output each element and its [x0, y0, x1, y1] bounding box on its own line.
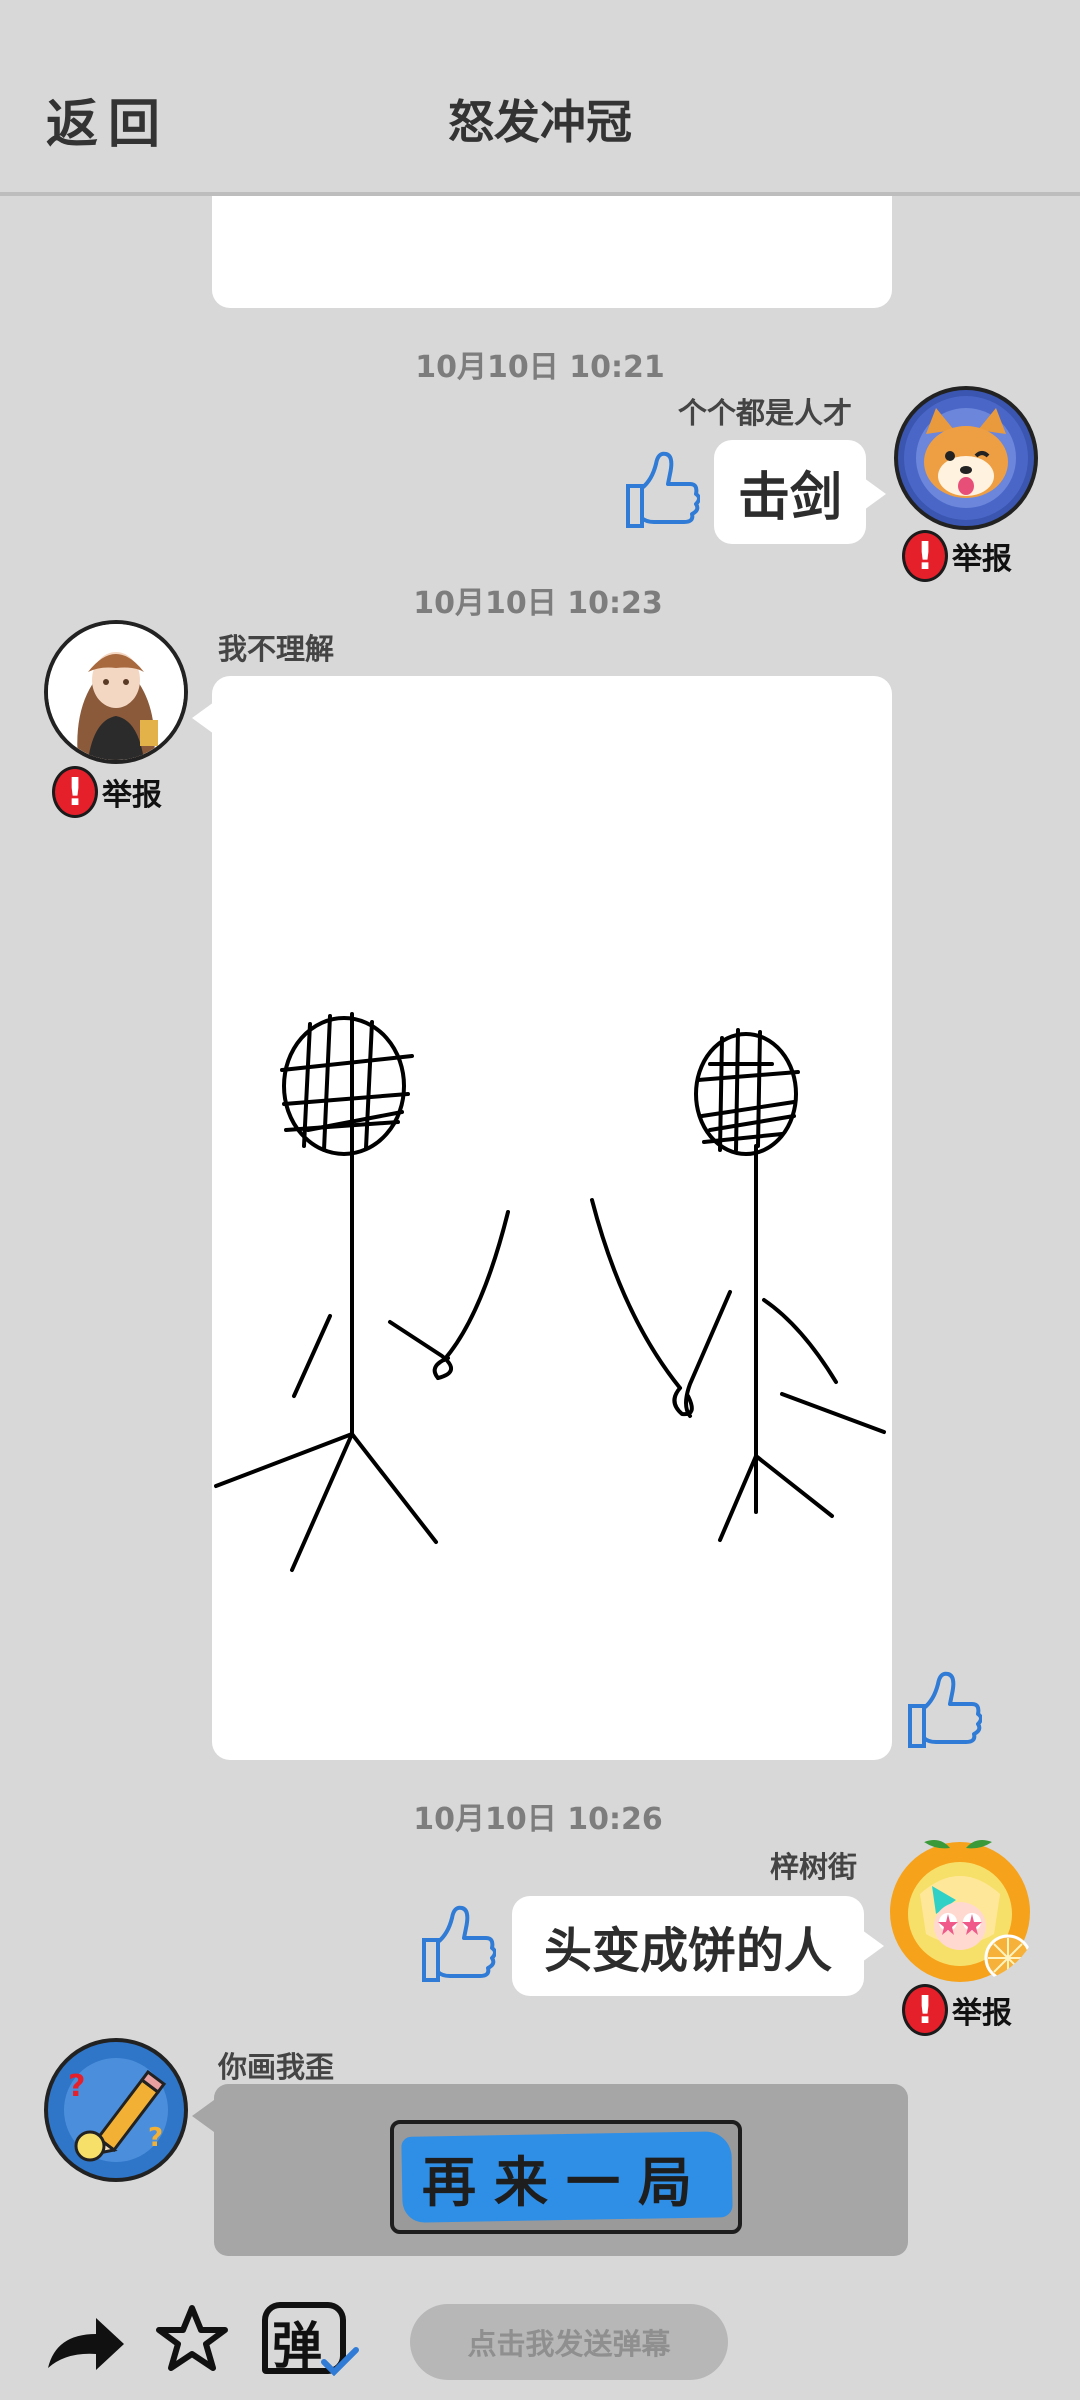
danmaku-toggle-button[interactable]: 弹	[262, 2298, 362, 2380]
warning-icon: !	[902, 530, 948, 582]
play-again-button[interactable]: 再来一局	[390, 2120, 742, 2234]
svg-text:?: ?	[148, 2123, 163, 2153]
star-icon[interactable]	[154, 2302, 230, 2382]
report-label: 举报	[952, 1996, 1012, 2031]
bubble-tail	[192, 702, 214, 734]
report-button[interactable]: ! 举报	[52, 766, 162, 818]
anime-girl-avatar[interactable]	[44, 620, 188, 764]
warning-icon: !	[902, 1984, 948, 2036]
like-thumb-icon[interactable]	[418, 1900, 497, 1990]
timestamp: 10月10日 10:21	[415, 350, 665, 385]
danmaku-input[interactable]: 点击我发送弹幕	[410, 2304, 728, 2380]
username: 你画我歪	[218, 2050, 335, 2084]
report-label: 举报	[102, 778, 162, 813]
report-label: 举报	[952, 542, 1012, 577]
warning-icon: !	[52, 766, 98, 818]
drawing-card[interactable]	[212, 676, 892, 1760]
page-title: 怒发冲冠	[448, 95, 632, 149]
play-again-label: 再来一局	[422, 2149, 710, 2214]
report-button[interactable]: ! 举报	[902, 1984, 1012, 2036]
like-thumb-icon[interactable]	[622, 446, 701, 536]
pencil-game-avatar[interactable]: ? ?	[44, 2038, 188, 2182]
svg-text:?: ?	[68, 2069, 85, 2104]
message-bubble[interactable]: 击剑	[714, 440, 866, 544]
message-bubble[interactable]: 头变成饼的人	[512, 1896, 864, 1996]
orange-anime-avatar[interactable]	[880, 1834, 1040, 1984]
bubble-tail	[864, 478, 886, 510]
stick-figure-drawing	[214, 1012, 886, 1572]
username: 我不理解	[218, 632, 335, 666]
like-thumb-icon[interactable]	[904, 1666, 983, 1756]
shiba-dog-avatar[interactable]	[894, 386, 1038, 530]
username: 梓树街	[770, 1850, 858, 1884]
check-icon	[321, 2347, 359, 2376]
bubble-tail	[192, 2100, 214, 2132]
previous-drawing-card[interactable]	[212, 196, 892, 308]
username: 个个都是人才	[678, 396, 853, 430]
top-bar: 返回 怒发冲冠	[0, 0, 1080, 196]
share-arrow-icon[interactable]	[44, 2310, 128, 2378]
timestamp: 10月10日 10:23	[413, 586, 663, 621]
danmaku-toggle-label: 弹	[272, 2316, 322, 2375]
report-button[interactable]: ! 举报	[902, 530, 1012, 582]
bubble-tail	[862, 1930, 884, 1962]
timestamp: 10月10日 10:26	[413, 1802, 663, 1837]
